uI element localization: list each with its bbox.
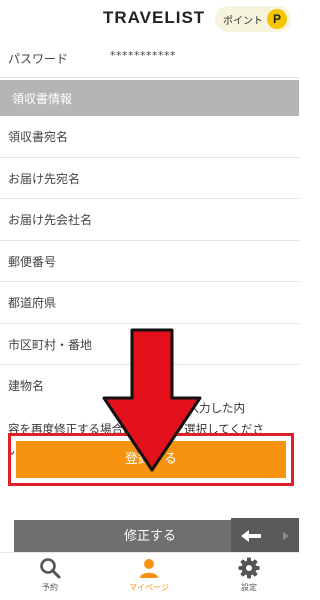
points-label: ポイント: [223, 16, 263, 27]
field-label: 郵便番号: [8, 254, 57, 269]
back-to-top-button[interactable]: [231, 518, 299, 554]
receipt-section-header: 領収書情報: [0, 80, 299, 116]
field-label: 都道府県: [8, 296, 57, 310]
field-label: 市区町村・番地: [8, 337, 93, 352]
field-row-postal-code: 郵便番号: [0, 241, 299, 282]
field-row-company-name: お届け先会社名: [0, 199, 299, 241]
register-highlight-frame: 登録する: [8, 433, 294, 486]
section-title: 領収書情報: [12, 92, 73, 106]
password-row: パスワード ***********: [0, 40, 299, 78]
nav-item-settings[interactable]: 設定: [214, 557, 284, 600]
search-icon: [40, 558, 61, 579]
points-button[interactable]: ポイント P: [215, 6, 291, 32]
field-row-prefecture: 都道府県: [0, 282, 299, 324]
field-label: お届け先会社名: [8, 213, 93, 227]
field-label: 領収書宛名: [8, 130, 69, 144]
nav-label: マイページ: [129, 583, 169, 592]
notice-line-1: 上 録します。入力した内: [116, 401, 246, 415]
field-label: 建物名: [8, 379, 45, 393]
nav-label: 設定: [241, 583, 257, 592]
nav-item-reservation[interactable]: 予約: [15, 557, 85, 600]
field-label: お届け先宛名: [8, 171, 81, 186]
person-icon: [140, 559, 158, 578]
password-label: パスワード: [8, 52, 69, 66]
nav-label: 予約: [42, 583, 58, 592]
field-row-city-address: 市区町村・番地: [0, 324, 299, 365]
register-button[interactable]: 登録する: [16, 441, 286, 478]
gear-icon: [238, 557, 260, 579]
points-badge-icon: P: [267, 9, 287, 29]
nav-item-mypage[interactable]: マイページ: [114, 557, 184, 600]
field-row-recipient-name: お届け先宛名: [0, 158, 299, 199]
field-row-receipt-name: 領収書宛名: [0, 116, 299, 158]
password-value: ***********: [110, 49, 176, 62]
bottom-navigation: 予約 マイページ 設定: [0, 552, 299, 600]
receipt-fields: 領収書宛名 お届け先宛名 お届け先会社名 郵便番号 都道府県 市区町村・番地 建…: [0, 116, 299, 407]
app-logo[interactable]: TRAVELIST: [103, 8, 205, 28]
app-header: TRAVELIST ポイント P: [0, 0, 299, 40]
arrow-left-icon: [241, 530, 289, 542]
